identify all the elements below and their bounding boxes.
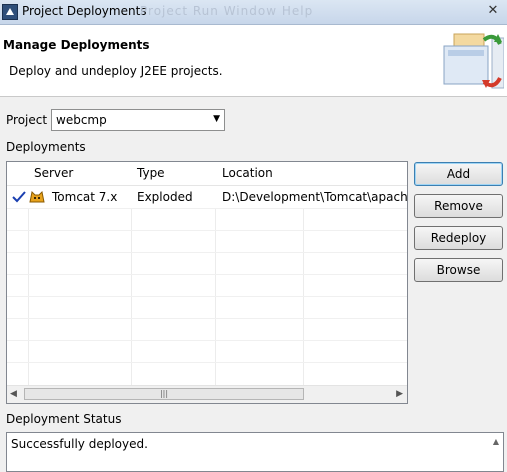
browse-button[interactable]: Browse bbox=[414, 258, 503, 282]
horizontal-scrollbar[interactable]: ◀ ||| ▶ bbox=[7, 385, 407, 403]
deployment-banner-icon bbox=[443, 33, 504, 89]
dialog-header: Manage Deployments Deploy and undeploy J… bbox=[0, 25, 507, 97]
project-label: Project bbox=[6, 113, 48, 127]
column-header-location[interactable]: Location bbox=[222, 166, 273, 180]
header-title: Manage Deployments bbox=[3, 38, 150, 52]
deployments-table[interactable]: Server Type Location Tomcat 7.x Exploded… bbox=[6, 161, 408, 404]
header-description: Deploy and undeploy J2EE projects. bbox=[9, 64, 223, 78]
row-divider bbox=[7, 296, 407, 297]
app-icon bbox=[2, 4, 18, 20]
deployment-status-label: Deployment Status bbox=[6, 412, 122, 426]
row-divider bbox=[7, 274, 407, 275]
table-header: Server Type Location bbox=[7, 162, 407, 186]
row-divider bbox=[7, 340, 407, 341]
remove-button[interactable]: Remove bbox=[414, 194, 503, 218]
check-icon bbox=[12, 191, 26, 203]
location-cell: D:\Development\Tomcat\apache bbox=[222, 190, 408, 204]
row-divider bbox=[7, 252, 407, 253]
scroll-left-icon[interactable]: ◀ bbox=[10, 389, 17, 399]
project-select[interactable]: webcmp ▼ bbox=[51, 109, 225, 131]
close-icon[interactable]: ✕ bbox=[485, 3, 501, 19]
scroll-right-icon[interactable]: ▶ bbox=[396, 389, 403, 399]
scroll-up-icon[interactable]: ▲ bbox=[493, 437, 499, 446]
deployment-status-box: Successfully deployed. ▲ bbox=[6, 432, 504, 472]
row-divider bbox=[7, 318, 407, 319]
server-cell: Tomcat 7.x bbox=[52, 190, 118, 204]
add-button[interactable]: Add bbox=[414, 162, 503, 186]
chevron-down-icon: ▼ bbox=[213, 114, 220, 124]
window-title: Project Deployments bbox=[22, 4, 147, 18]
deployments-label: Deployments bbox=[6, 140, 86, 154]
column-header-type[interactable]: Type bbox=[137, 166, 165, 180]
row-divider bbox=[7, 362, 407, 363]
title-bar: Project Deployments Project Run Window H… bbox=[0, 0, 507, 25]
row-divider bbox=[7, 230, 407, 231]
type-cell: Exploded bbox=[137, 190, 193, 204]
scrollbar-thumb[interactable]: ||| bbox=[24, 388, 304, 400]
redeploy-button[interactable]: Redeploy bbox=[414, 226, 503, 250]
deployment-status-text: Successfully deployed. bbox=[11, 437, 148, 451]
column-header-server[interactable]: Server bbox=[34, 166, 73, 180]
table-row[interactable]: Tomcat 7.x Exploded D:\Development\Tomca… bbox=[7, 186, 407, 208]
project-select-value: webcmp bbox=[56, 113, 107, 127]
background-menu-text: Project Run Window Help bbox=[140, 4, 314, 18]
tomcat-icon bbox=[29, 190, 45, 203]
row-divider bbox=[7, 208, 407, 209]
